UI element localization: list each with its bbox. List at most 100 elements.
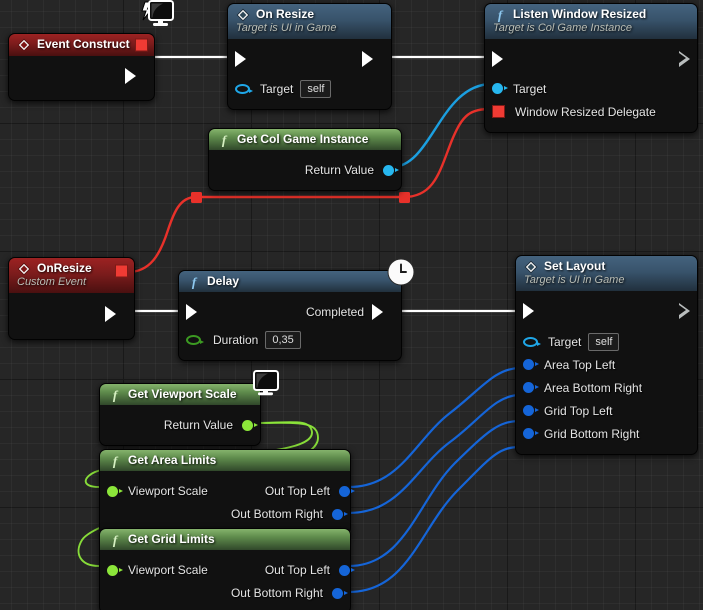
return-value-output-pin[interactable] [242,419,258,431]
pin-label-target: Target [548,334,582,349]
exec-out-pin[interactable] [105,305,127,322]
pin-row-viewport-scale[interactable]: Viewport Scale Out Top Left [100,481,355,501]
target-input-pin[interactable] [523,336,541,347]
pin-label-out-top-left: Out Top Left [264,563,330,577]
node-get-area-limits[interactable]: f Get Area Limits Viewport Scale Out Top… [99,449,355,535]
node-title: Get Grid Limits [128,532,215,547]
node-body: Return Value [209,150,401,190]
reroute-node-left[interactable] [191,192,202,203]
pin-label-grid-bottom-right: Grid Bottom Right [544,426,640,441]
pin-row-target[interactable]: Target self [228,79,391,99]
exec-out-pin-completed[interactable] [372,304,394,320]
pin-row-duration[interactable]: Duration 0,35 [179,330,401,350]
exec-in-pin[interactable] [492,50,514,67]
grid-bottom-right-input-pin[interactable] [523,428,539,440]
out-top-left-output-pin[interactable] [339,564,355,576]
node-header: Event Construct [9,34,154,56]
pin-row-area-bottom-right[interactable]: Area Bottom Right [516,378,697,398]
pin-label-out-top-left: Out Top Left [264,484,330,498]
grid-top-left-input-pin[interactable] [523,405,539,417]
node-get-grid-limits[interactable]: f Get Grid Limits Viewport Scale Out Top… [99,528,355,610]
node-body: Completed Duration 0,35 [179,292,401,360]
exec-out-pin[interactable] [125,68,147,84]
svg-text:f: f [222,133,228,147]
target-input-pin[interactable] [492,83,508,95]
node-header: f Delay [179,271,401,292]
return-value-output-pin[interactable] [383,164,399,176]
target-value-field[interactable]: self [300,79,332,98]
pin-row-return-value[interactable]: Return Value [209,160,401,180]
out-bottom-right-output-pin[interactable] [332,587,348,599]
pin-row-viewport-scale[interactable]: Viewport Scale Out Top Left [100,560,355,580]
pin-label-area-top-left: Area Top Left [544,357,616,372]
node-get-col-game-instance[interactable]: f Get Col Game Instance Return Value [208,128,402,191]
viewport-scale-input-pin[interactable] [107,485,123,497]
blueprint-graph-canvas[interactable]: Event Construct On Resize Target is UI i… [0,0,703,610]
node-header: Set Layout Target is UI in Game [516,256,697,291]
pin-label-target: Target [513,81,547,96]
function-f-icon: f [113,454,119,468]
pin-label-viewport-scale: Viewport Scale [128,563,208,577]
pin-row-exec[interactable]: Completed [179,302,401,322]
area-bottom-right-input-pin[interactable] [523,382,539,394]
exec-in-pin[interactable] [235,50,257,67]
delegate-output-pin[interactable] [135,38,148,52]
pin-row-grid-bottom-right[interactable]: Grid Bottom Right [516,424,697,444]
node-title: Set Layout [544,259,606,274]
node-title: Listen Window Resized [513,7,647,22]
node-body [9,56,154,100]
pin-row-exec-out[interactable] [9,66,154,86]
duration-value-field[interactable]: 0,35 [265,331,301,349]
pin-row-exec-out[interactable] [9,304,134,324]
wire-vec-grid-tl-to-setlayout [348,419,521,568]
exec-out-pin[interactable] [679,50,690,67]
exec-in-pin[interactable] [523,302,545,319]
wire-vec-area-br-to-setlayout [348,393,521,515]
node-delay[interactable]: f Delay Completed Duration 0,35 [178,270,402,361]
pin-row-grid-top-left[interactable]: Grid Top Left [516,401,697,421]
out-top-left-output-pin[interactable] [339,485,355,497]
node-body [9,292,134,339]
pin-row-delegate[interactable]: Window Resized Delegate [485,102,697,122]
pin-row-return-value[interactable]: Return Value [100,415,260,435]
event-diamond-icon [236,8,250,22]
exec-out-pin[interactable] [362,50,384,67]
target-value-field[interactable]: self [588,332,620,351]
exec-out-pin[interactable] [679,302,690,319]
pin-row-out-bottom-right[interactable]: Out Bottom Right [100,504,350,524]
wire-vec-area-tl-to-setlayout [348,366,521,489]
node-onresize-custom-event[interactable]: OnResize Custom Event [8,257,135,340]
node-event-construct[interactable]: Event Construct [8,33,155,101]
node-set-layout[interactable]: Set Layout Target is UI in Game Target s… [515,255,698,455]
pin-row-exec[interactable] [516,301,697,321]
pin-row-exec[interactable] [228,49,391,69]
node-listen-window-resized[interactable]: f Listen Window Resized Target is Col Ga… [484,3,698,133]
node-body: Target self Area Top Left Area Bottom Ri… [516,290,697,454]
node-title: OnResize [37,261,92,276]
duration-input-pin[interactable] [186,335,204,345]
badge-monitor-viewport-scale [248,370,282,396]
pin-label-duration: Duration [213,333,259,347]
area-top-left-input-pin[interactable] [523,359,539,371]
wire-delegate-onresize-to-reroute1 [127,195,197,274]
reroute-node-right[interactable] [399,192,410,203]
exec-in-pin[interactable] [186,304,208,320]
pin-row-exec[interactable] [485,49,697,69]
pin-label-out-bottom-right: Out Bottom Right [230,507,323,521]
delegate-output-pin[interactable] [115,264,128,278]
viewport-scale-input-pin[interactable] [107,564,123,576]
node-title: Event Construct [37,37,130,52]
pin-row-area-top-left[interactable]: Area Top Left [516,355,697,375]
delegate-input-pin[interactable] [492,105,505,119]
out-bottom-right-output-pin[interactable] [332,508,348,520]
node-header: OnResize Custom Event [9,258,134,293]
node-subtitle: Target is UI in Game [524,274,625,286]
pin-row-out-bottom-right[interactable]: Out Bottom Right [100,583,350,603]
node-on-resize[interactable]: On Resize Target is UI in Game Target se… [227,3,392,110]
pin-row-target[interactable]: Target self [516,332,697,352]
svg-text:f: f [113,388,119,402]
node-get-viewport-scale[interactable]: f Get Viewport Scale Return Value [99,383,261,446]
target-input-pin[interactable] [235,83,253,94]
pin-row-target[interactable]: Target [485,79,697,99]
pin-label-delegate: Window Resized Delegate [515,104,656,119]
